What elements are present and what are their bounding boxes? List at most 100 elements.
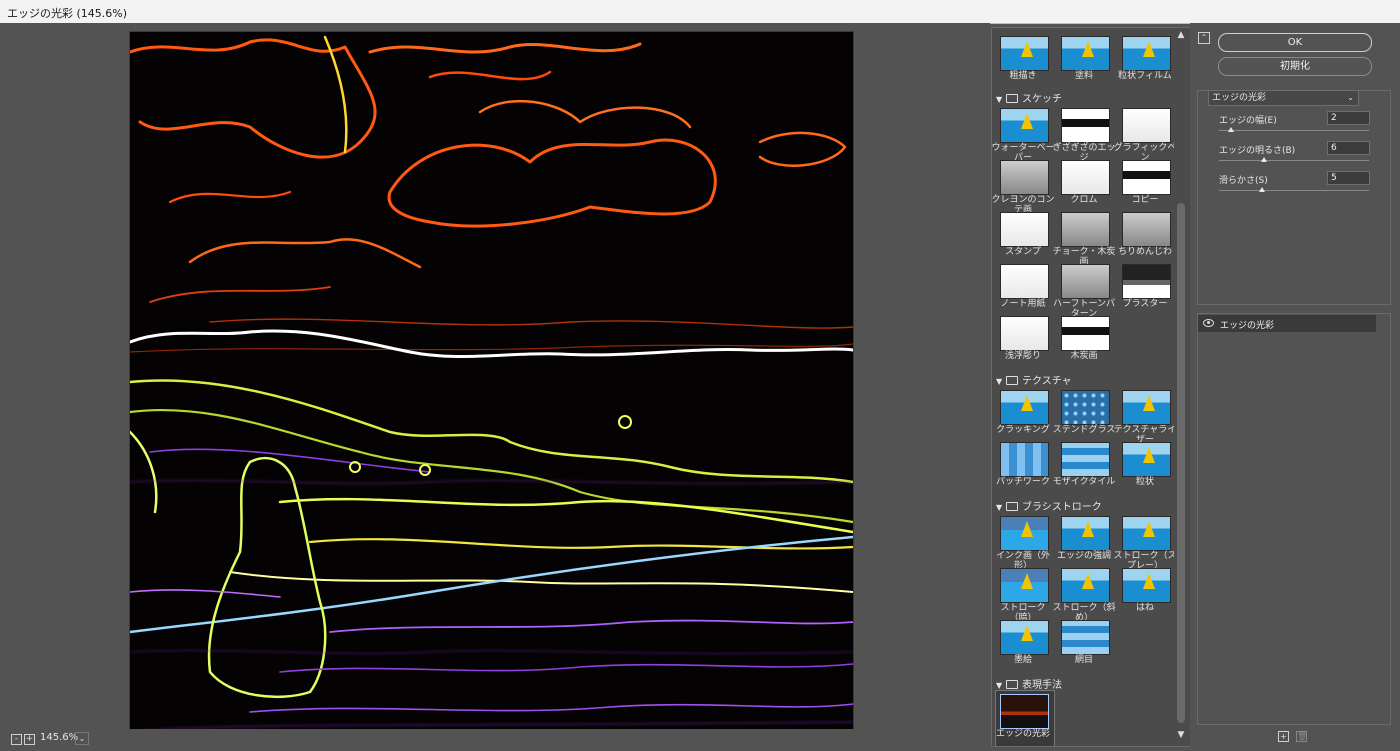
filter-preview-thumbnail [1061,620,1110,655]
new-effect-layer-button[interactable]: + [1278,731,1289,742]
triangle-down-icon[interactable]: ▼ [996,95,1006,104]
category-2[interactable]: ▼ ブラシストローク [996,498,1102,513]
filter-preview-thumbnail [1122,212,1171,247]
window-title: エッジの光彩 (145.6%) [7,7,128,20]
folder-icon [1006,94,1018,103]
filter-thumbnail[interactable]: ハーフトーンパターン [1053,264,1115,319]
filter-thumbnail[interactable]: はね [1114,568,1174,618]
filter-thumbnail-label: コピー [1131,195,1159,205]
param-slider-track[interactable] [1219,190,1369,191]
filter-thumbnail[interactable]: ちりめんじわ [1114,212,1174,262]
param-slider-knob[interactable] [1258,187,1265,192]
filter-thumbnail[interactable]: テクスチャライザー [1114,390,1176,445]
filter-thumbnail-label: エッジの強調 [1056,551,1111,561]
filter-thumbnail[interactable]: ステンドグラス [1053,390,1115,440]
filter-thumbnail[interactable]: チョーク・木炭画 [1053,212,1115,267]
sail-icon [1021,41,1033,57]
zoom-in-button[interactable]: + [24,734,35,745]
filter-preview-thumbnail [1122,160,1171,195]
filter-thumbnail[interactable]: ぎざぎざのエッジ [1052,108,1116,163]
filter-thumbnail[interactable]: 粒状フィルム [1114,36,1174,86]
param-slider-track[interactable] [1219,130,1369,131]
param-slider-knob[interactable] [1261,157,1267,162]
filter-thumbnail[interactable]: ストローク（斜め） [1052,568,1116,623]
category-name: テクスチャ [1022,376,1072,387]
filter-thumbnail-label: モザイクタイル [1052,477,1116,487]
filter-preview-thumbnail [1061,516,1110,551]
filter-thumbnail[interactable]: クロム [1053,160,1113,210]
filter-preview-thumbnail [1000,316,1049,351]
filter-thumbnail[interactable]: エッジの強調 [1053,516,1113,566]
filter-thumbnail-label: クラッキング [996,425,1050,435]
filter-thumbnail[interactable]: 塗料 [1053,36,1113,86]
ok-button[interactable]: OK [1218,33,1372,52]
preview-image [130,32,853,730]
effect-layer-row[interactable]: エッジの光彩 [1198,315,1376,332]
scroll-up-arrow[interactable]: ▲ [1176,30,1186,40]
filter-thumbnail[interactable]: ノート用紙 [992,264,1052,314]
filter-preview-canvas[interactable] [129,31,854,731]
filter-select-value: エッジの光彩 [1212,93,1267,103]
filter-preview-thumbnail [1000,620,1049,655]
filter-thumbnail[interactable]: ストローク（暗） [992,568,1052,623]
filter-thumbnail[interactable]: ストローク（スプレー） [1113,516,1177,571]
filter-thumbnail[interactable]: エッジの光彩 [992,690,1055,746]
zoom-out-button[interactable]: - [11,734,22,745]
filter-thumbnail[interactable]: 粒状 [1114,442,1174,492]
filter-thumbnail[interactable]: 網目 [1053,620,1113,670]
filter-thumbnail[interactable]: 墨絵 [992,620,1052,670]
triangle-down-icon[interactable]: ▼ [996,377,1006,386]
filter-thumbnail-label: ちりめんじわ [1117,247,1172,257]
scroll-thumb[interactable] [1177,203,1185,723]
filter-thumbnail-label: 網目 [1074,655,1093,665]
filter-thumbnail[interactable]: スタンプ [992,212,1052,262]
sail-icon [1021,113,1033,129]
sail-icon [1143,521,1155,537]
filter-thumbnail[interactable]: パッチワーク [992,442,1052,492]
filter-thumbnail-label: プラスター [1122,299,1168,309]
filter-thumbnail[interactable]: 浅浮彫り [992,316,1052,366]
filter-preview-thumbnail [1061,316,1110,351]
filter-thumbnail-label: クロム [1070,195,1098,205]
collapse-gallery-button[interactable]: ⌃ [1198,32,1210,44]
param-slider-track[interactable] [1219,160,1369,161]
param-value-input[interactable]: 5 [1327,171,1370,185]
filter-preview-thumbnail [1061,36,1110,71]
param-slider-knob[interactable] [1227,127,1234,132]
triangle-down-icon[interactable]: ▼ [996,503,1006,512]
zoom-dropdown-button[interactable]: ⌄ [75,732,89,745]
filter-thumbnail[interactable]: グラフィックペン [1114,108,1176,163]
filter-thumbnail[interactable]: 木炭画 [1053,316,1113,366]
filter-thumbnail[interactable]: プラスター [1114,264,1174,314]
gallery-scrollbar[interactable]: ▲ ▼ [1174,28,1188,744]
category-0[interactable]: ▼ スケッチ [996,90,1062,105]
param-value-input[interactable]: 6 [1327,141,1370,155]
param-label: 滑らかさ(S) [1219,176,1268,186]
folder-icon [1006,376,1018,385]
param-label: エッジの幅(E) [1219,116,1277,126]
filter-thumbnail[interactable]: クラッキング [992,390,1052,440]
delete-effect-layer-button[interactable]: 🗑 [1296,731,1307,742]
param-value-input[interactable]: 2 [1327,111,1370,125]
filter-settings: エッジの光彩 ⌄ エッジの幅(E) 2 エッジの明るさ(B) 6 滑らかさ(S) 5 [1197,90,1391,305]
eye-icon[interactable] [1203,319,1214,327]
scroll-down-arrow[interactable]: ▼ [1176,730,1186,740]
sail-icon [1082,521,1094,537]
reset-button[interactable]: 初期化 [1218,57,1372,76]
sail-icon [1143,447,1155,463]
triangle-down-icon[interactable]: ▼ [996,681,1006,690]
filter-select[interactable]: エッジの光彩 ⌄ [1208,90,1359,106]
filter-thumbnail[interactable]: インク画（外形） [992,516,1052,571]
filter-preview-thumbnail [1122,568,1171,603]
filter-thumbnail-label: 粗描き [1009,71,1037,81]
filter-thumbnail[interactable]: 粗描き [992,36,1052,86]
filter-thumbnail[interactable]: ウォーターペーパー [992,108,1055,163]
filter-thumbnail[interactable]: モザイクタイル [1053,442,1115,492]
sail-icon [1021,395,1033,411]
category-1[interactable]: ▼ テクスチャ [996,372,1072,387]
filter-thumbnail[interactable]: クレヨンのコンテ画 [992,160,1055,215]
filter-thumbnail[interactable]: コピー [1114,160,1174,210]
filter-preview-thumbnail [1122,264,1171,299]
category-3[interactable]: ▼ 表現手法 [996,676,1062,691]
filter-thumbnail-label: はね [1135,603,1154,613]
